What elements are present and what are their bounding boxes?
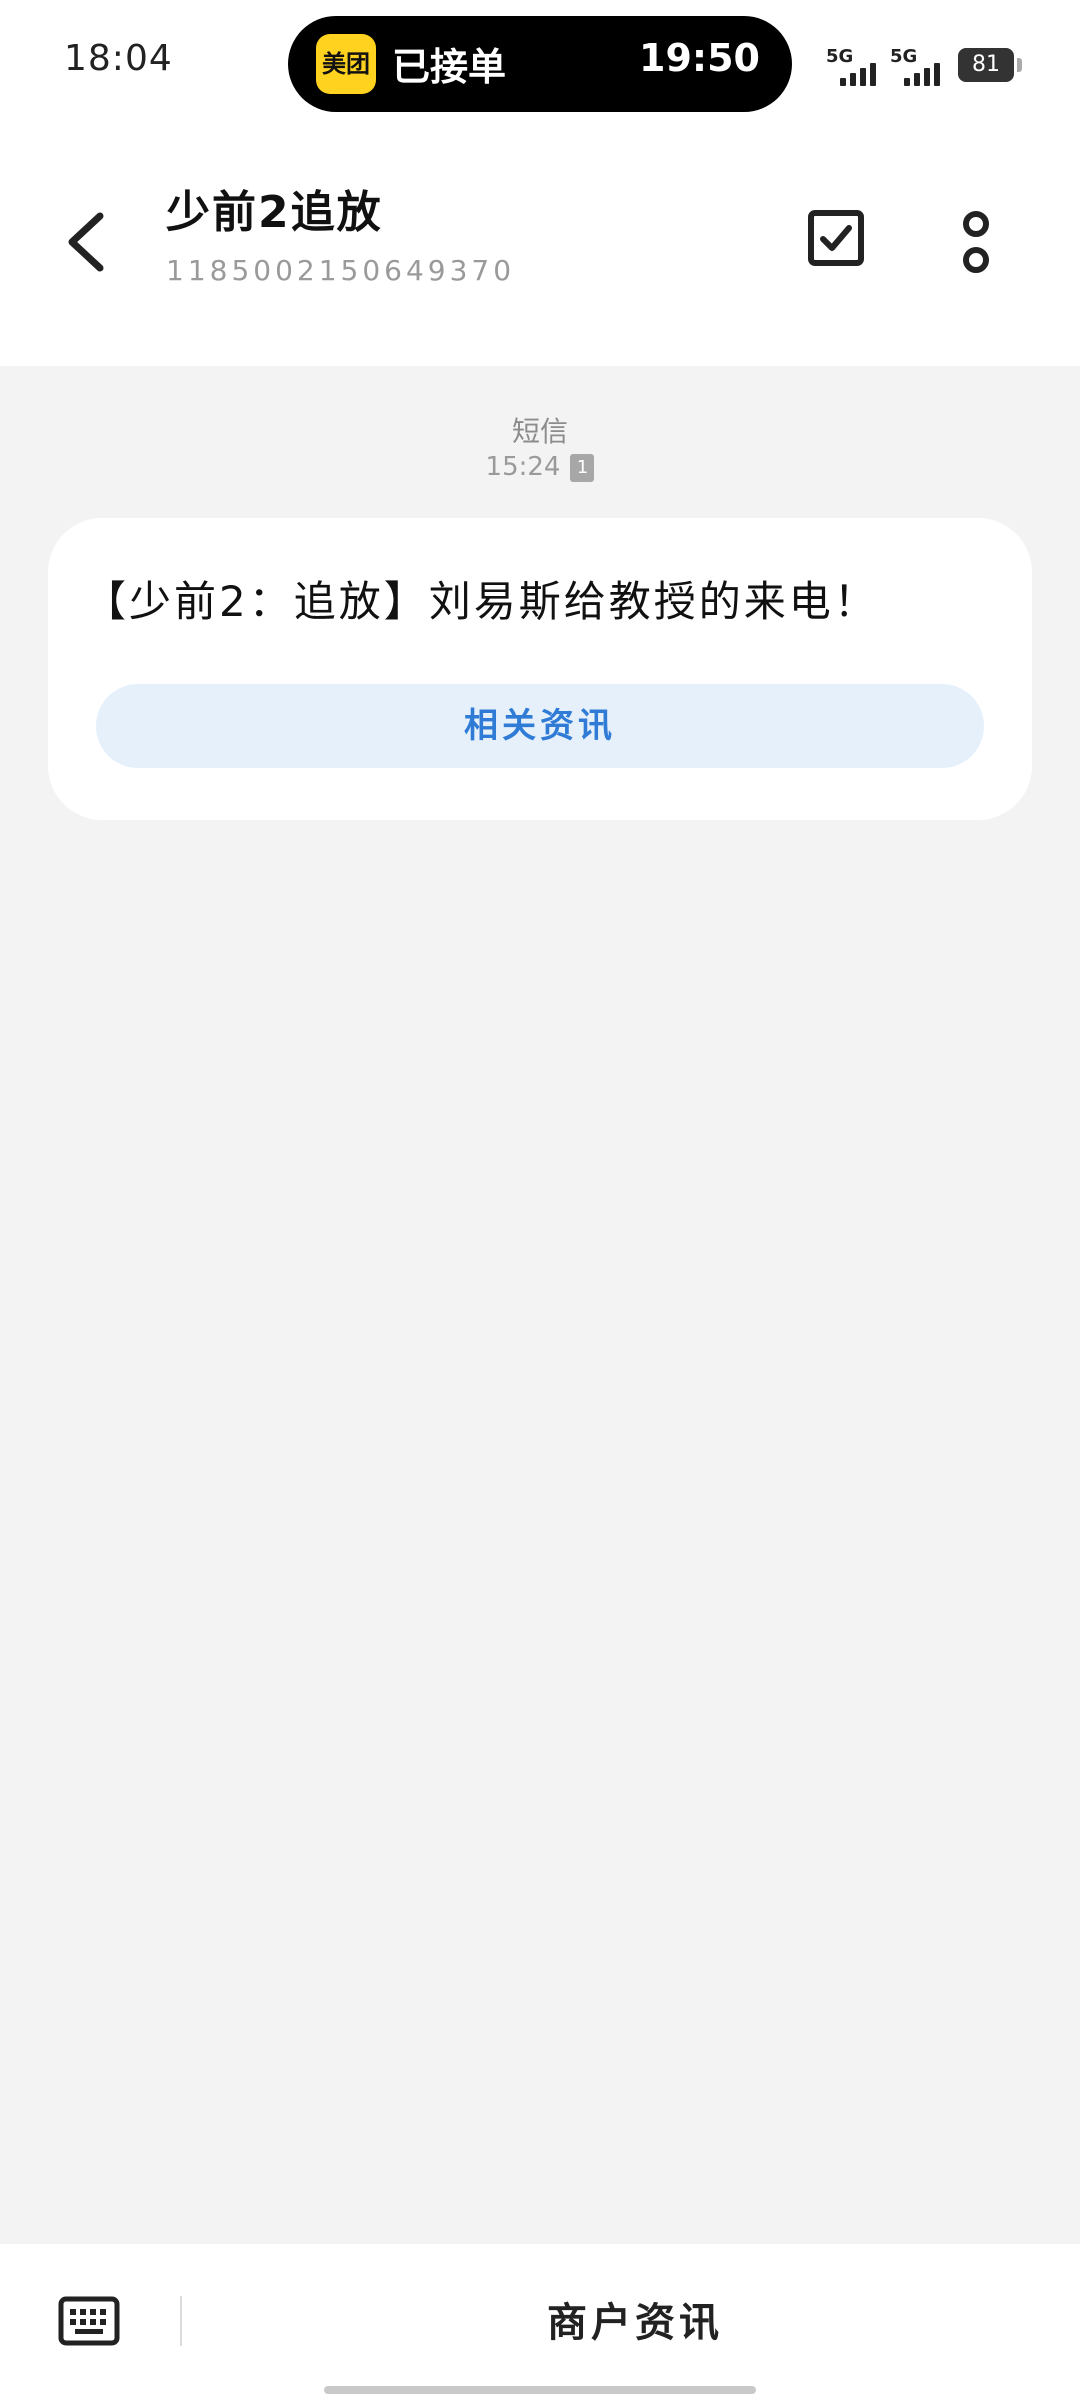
dynamic-island-notification[interactable]: 美团 已接单 19:50 (288, 16, 792, 112)
select-checkbox-icon (808, 210, 864, 266)
message-time: 15:24 (485, 452, 561, 482)
status-time: 18:04 (64, 38, 173, 79)
signal-icon: 5G (826, 46, 886, 86)
bottom-bar: 商户资讯 (0, 2244, 1080, 2400)
message-type-label: 短信 (511, 415, 568, 448)
select-button[interactable] (808, 210, 864, 266)
message-text: 【少前2：追放】刘易斯给教授的来电！ (84, 577, 879, 626)
divider (180, 2296, 182, 2346)
status-bar: 18:04 美团 已接单 19:50 5G 5G 81 (0, 0, 1080, 130)
message-timestamp-row: 15:24 1 (0, 452, 1080, 482)
keyboard-icon (58, 2296, 120, 2346)
back-button[interactable] (58, 202, 118, 282)
island-status-text: 已接单 (392, 45, 507, 89)
battery-icon: 81 (958, 48, 1022, 82)
meituan-logo: 美团 (316, 34, 376, 94)
more-icon (963, 211, 989, 273)
related-info-button[interactable]: 相关资讯 (96, 684, 984, 768)
keyboard-button[interactable] (58, 2296, 120, 2346)
more-options-button[interactable] (946, 206, 1006, 278)
contact-number: 1185002150649370 (166, 254, 516, 287)
island-time: 19:50 (639, 36, 760, 80)
contact-name: 少前2追放 (166, 187, 383, 238)
message-bubble[interactable]: 【少前2：追放】刘易斯给教授的来电！ 相关资讯 (48, 518, 1032, 820)
conversation-header: 少前2追放 1185002150649370 (0, 130, 1080, 366)
home-indicator[interactable] (324, 2386, 756, 2394)
back-icon (68, 212, 104, 272)
merchant-info-button[interactable]: 商户资讯 (450, 2290, 820, 2348)
sim-badge: 1 (570, 453, 595, 482)
signal-icon: 5G (890, 46, 950, 86)
